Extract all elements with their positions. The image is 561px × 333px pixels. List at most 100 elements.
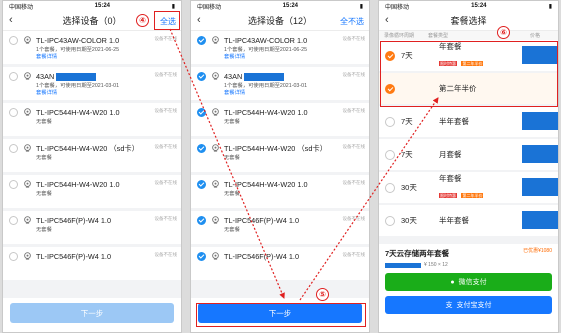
device-name: TL-IPC546F(P)-W4 1.0 — [36, 252, 112, 261]
device-plan-info: 无套餐 — [36, 155, 52, 161]
package-cycle: 7天 — [401, 117, 413, 126]
camera-icon — [212, 144, 219, 152]
package-cycle: 30天 — [401, 216, 417, 225]
device-list: TL-IPC43AW-COLOR 1.0 设备不在线 1个套餐，可使用日期至2021… — [191, 31, 369, 280]
device-item[interactable]: TL-IPC544H-W4-W20 （sd卡） 设备不在线 无套餐 — [191, 139, 369, 172]
device-checkbox[interactable] — [197, 180, 206, 189]
device-item[interactable]: TL-IPC546F(P)-W4 1.0 设备不在线 — [191, 247, 369, 280]
plan-details-link[interactable]: 套餐详情 — [36, 54, 176, 61]
device-checkbox[interactable] — [197, 72, 206, 81]
package-name: 年套餐 — [439, 174, 462, 183]
device-checkbox[interactable] — [197, 108, 206, 117]
device-status-tag: 设备不在线 — [342, 36, 366, 41]
alipay-label: 支付宝支付 — [456, 302, 492, 309]
alipay-icon: 支 — [445, 302, 453, 309]
camera-icon — [212, 216, 219, 224]
package-radio[interactable] — [385, 215, 395, 226]
package-radio[interactable] — [385, 149, 395, 160]
device-list: TL-IPC43AW-COLOR 1.0 设备不在线 1个套餐，可使用日期至2021… — [3, 31, 181, 280]
device-status-tag: 设备不在线 — [154, 108, 178, 113]
device-checkbox[interactable] — [197, 144, 206, 153]
wechat-pay-label: 微信支付 — [458, 279, 487, 286]
device-checkbox[interactable] — [9, 36, 18, 45]
nav-bar: ‹ 套餐选择 — [379, 11, 558, 31]
package-name: 半年套餐 — [439, 117, 469, 126]
device-name: TL-IPC544H-W4-W20 （sd卡） — [224, 143, 327, 153]
device-checkbox[interactable] — [197, 252, 206, 261]
redacted-block — [385, 262, 421, 268]
annotation-box — [380, 41, 558, 107]
camera-icon — [212, 108, 219, 116]
device-item[interactable]: 43AN 设备不在线 1个套餐，可使用日期至2021-03-01 套餐详情 — [3, 67, 181, 100]
camera-icon — [24, 180, 31, 188]
alipay-button[interactable]: 支 支付宝支付 — [385, 296, 552, 314]
device-plan-info: 无套餐 — [224, 155, 240, 161]
redacted-price — [522, 211, 558, 229]
device-item[interactable]: TL-IPC544H-W4-W20 1.0 设备不在线 无套餐 — [3, 175, 181, 208]
plan-details-link[interactable]: 套餐详情 — [36, 90, 176, 97]
package-option[interactable]: 30天 半年套餐 — [379, 205, 558, 236]
device-checkbox[interactable] — [197, 216, 206, 225]
nav-bar: ‹ 选择设备（12） 全不选 — [191, 11, 369, 31]
back-icon[interactable]: ‹ — [385, 14, 389, 26]
device-checkbox[interactable] — [197, 36, 206, 45]
next-button[interactable]: 下一步 — [10, 303, 174, 323]
plan-details-link[interactable]: 套餐详情 — [224, 54, 364, 61]
device-name: TL-IPC43AW-COLOR 1.0 — [36, 36, 120, 45]
device-status-tag: 设备不在线 — [154, 144, 178, 149]
device-checkbox[interactable] — [9, 216, 18, 225]
device-item[interactable]: TL-IPC544H-W4-W20 1.0 设备不在线 无套餐 — [191, 103, 369, 136]
device-item[interactable]: TL-IPC546F(P)-W4 1.0 设备不在线 无套餐 — [191, 211, 369, 244]
step-badge-4: ④ — [136, 14, 149, 27]
package-radio[interactable] — [385, 182, 395, 193]
status-bar: 中国移动 15:24 ▮ — [191, 1, 369, 11]
screen-select-device-all: 中国移动 15:24 ▮ ‹ 选择设备（12） 全不选 TL-IPC43AW-C… — [190, 0, 370, 333]
device-item[interactable]: TL-IPC546F(P)-W4 1.0 设备不在线 无套餐 — [3, 211, 181, 244]
back-icon[interactable]: ‹ — [9, 14, 13, 26]
deselect-all-button[interactable]: 全不选 — [340, 16, 364, 27]
device-plan-info: 无套餐 — [224, 227, 240, 233]
plan-details-link[interactable]: 套餐详情 — [224, 90, 364, 97]
device-checkbox[interactable] — [9, 180, 18, 189]
device-checkbox[interactable] — [9, 252, 18, 261]
camera-icon — [24, 252, 31, 260]
status-bar: 中国移动 15:24 ▮ — [3, 1, 181, 11]
device-item[interactable]: TL-IPC546F(P)-W4 1.0 设备不在线 — [3, 247, 181, 280]
battery-icon: ▮ — [548, 3, 552, 10]
page-title: 套餐选择 — [450, 16, 487, 26]
screen-package-select: 中国移动 15:24 ▮ ‹ 套餐选择 录像循环周期 套餐类型 价格 7天 年套餐… — [378, 0, 559, 333]
camera-icon — [24, 108, 31, 116]
device-name: TL-IPC544H-W4-W20 1.0 — [224, 180, 308, 189]
device-status-tag: 设备不在线 — [154, 180, 178, 185]
wechat-pay-button[interactable]: ● 微信支付 — [385, 273, 552, 291]
device-item[interactable]: TL-IPC43AW-COLOR 1.0 设备不在线 1个套餐，可使用日期至2021… — [191, 31, 369, 64]
device-status-tag: 设备不在线 — [154, 72, 178, 77]
device-item[interactable]: TL-IPC544H-W4-W20 （sd卡） 设备不在线无套餐 — [3, 139, 181, 172]
package-radio[interactable] — [385, 116, 395, 127]
package-option[interactable]: 7天 月套餐 — [379, 139, 558, 170]
camera-icon — [212, 180, 219, 188]
device-item[interactable]: 43AN 设备不在线 1个套餐，可使用日期至2021-03-01 套餐详情 — [191, 67, 369, 100]
device-name: TL-IPC43AW-COLOR 1.0 — [224, 36, 308, 45]
battery-icon: ▮ — [171, 3, 175, 10]
redacted-price — [522, 145, 558, 163]
step-badge-5: ⑤ — [316, 288, 329, 301]
package-option[interactable]: 30天 年套餐 限时特惠 第二年半价 — [379, 172, 558, 203]
device-name: TL-IPC544H-W4-W20 （sd卡） — [36, 143, 139, 153]
wechat-icon: ● — [450, 278, 455, 286]
device-name: TL-IPC544H-W4-W20 1.0 — [36, 108, 120, 117]
device-plan-info: 无套餐 — [36, 119, 52, 125]
package-option[interactable]: 7天 半年套餐 — [379, 106, 558, 137]
device-name: TL-IPC544H-W4-W20 1.0 — [36, 180, 120, 189]
camera-icon — [212, 36, 219, 44]
device-plan-info: 1个套餐，可使用日期至2021-06-25 — [36, 47, 120, 53]
header-cycle: 录像循环周期 — [384, 33, 415, 39]
device-item[interactable]: TL-IPC544H-W4-W20 1.0 设备不在线无套餐 — [3, 103, 181, 136]
device-item[interactable]: TL-IPC544H-W4-W20 1.0 设备不在线 无套餐 — [191, 175, 369, 208]
device-checkbox[interactable] — [9, 72, 18, 81]
device-item[interactable]: TL-IPC43AW-COLOR 1.0 设备不在线 1个套餐，可使用日期至2021… — [3, 31, 181, 64]
carrier-label: 中国移动 — [385, 4, 410, 11]
device-checkbox[interactable] — [9, 108, 18, 117]
device-checkbox[interactable] — [9, 144, 18, 153]
back-icon[interactable]: ‹ — [197, 14, 201, 26]
